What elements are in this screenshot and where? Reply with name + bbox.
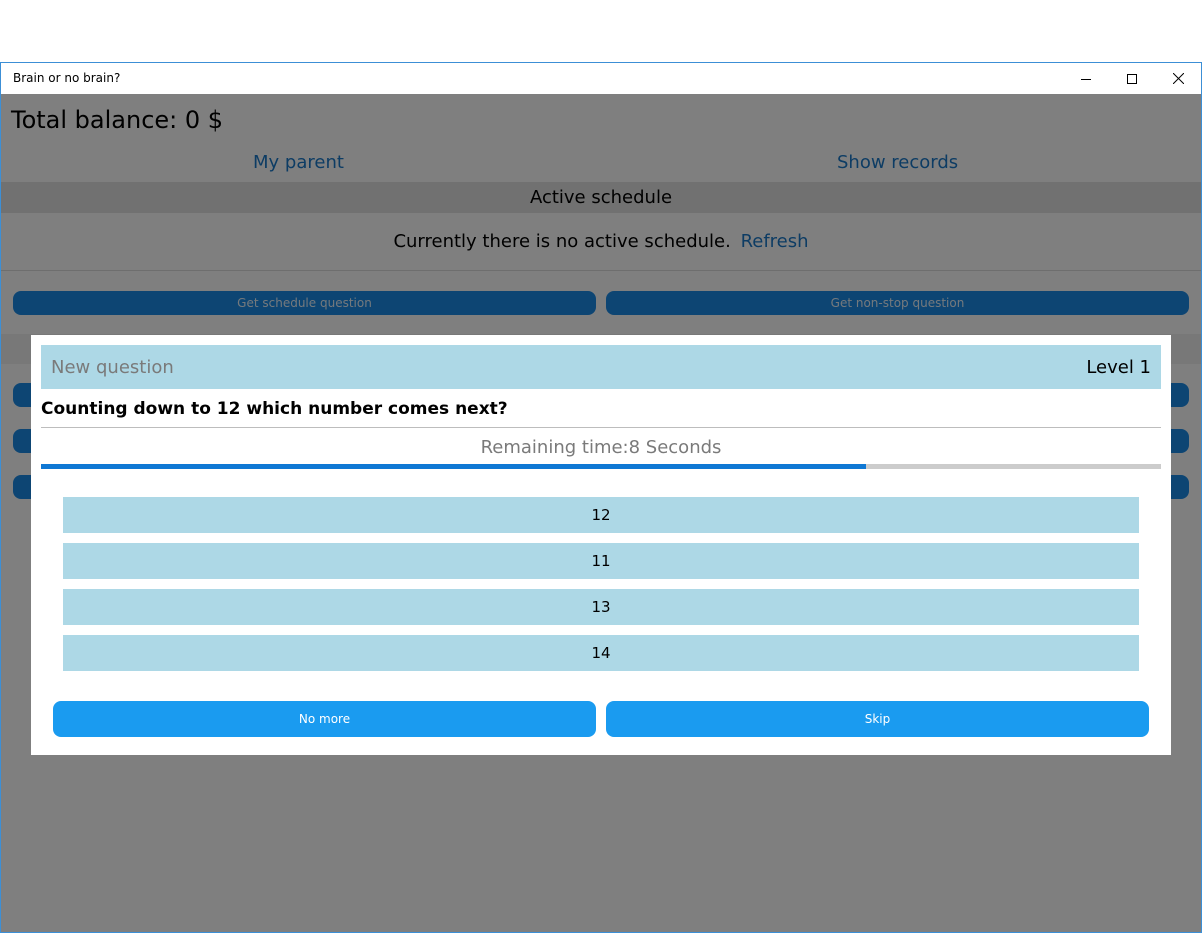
question-text: Counting down to 12 which number comes n… — [41, 399, 508, 419]
close-button[interactable] — [1155, 63, 1201, 94]
question-dialog: New question Level 1 Counting down to 12… — [31, 335, 1171, 755]
remaining-time: Remaining time:8 Seconds — [480, 437, 722, 458]
answer-option[interactable]: 13 — [63, 589, 1139, 625]
no-more-button[interactable]: No more — [53, 701, 596, 737]
title-bar[interactable]: Brain or no brain? — [1, 63, 1201, 94]
time-progress-fill — [41, 464, 867, 469]
answer-option[interactable]: 12 — [63, 497, 1139, 533]
minimize-icon — [1081, 78, 1091, 80]
app-window: Brain or no brain? Total balance: 0 $ My… — [0, 62, 1202, 933]
maximize-button[interactable] — [1109, 63, 1155, 94]
dialog-title: New question — [51, 357, 174, 378]
skip-button[interactable]: Skip — [606, 701, 1149, 737]
dialog-header: New question Level 1 — [41, 345, 1161, 389]
close-icon — [1172, 73, 1184, 84]
minimize-button[interactable] — [1063, 63, 1109, 94]
level-label: Level 1 — [1086, 357, 1151, 378]
maximize-icon — [1127, 73, 1137, 84]
window-title: Brain or no brain? — [13, 71, 121, 85]
answer-option[interactable]: 14 — [63, 635, 1139, 671]
divider — [41, 427, 1161, 428]
time-progress-bar — [41, 464, 1161, 469]
answer-option[interactable]: 11 — [63, 543, 1139, 579]
main-content: Total balance: 0 $ My parent Show record… — [1, 94, 1201, 932]
